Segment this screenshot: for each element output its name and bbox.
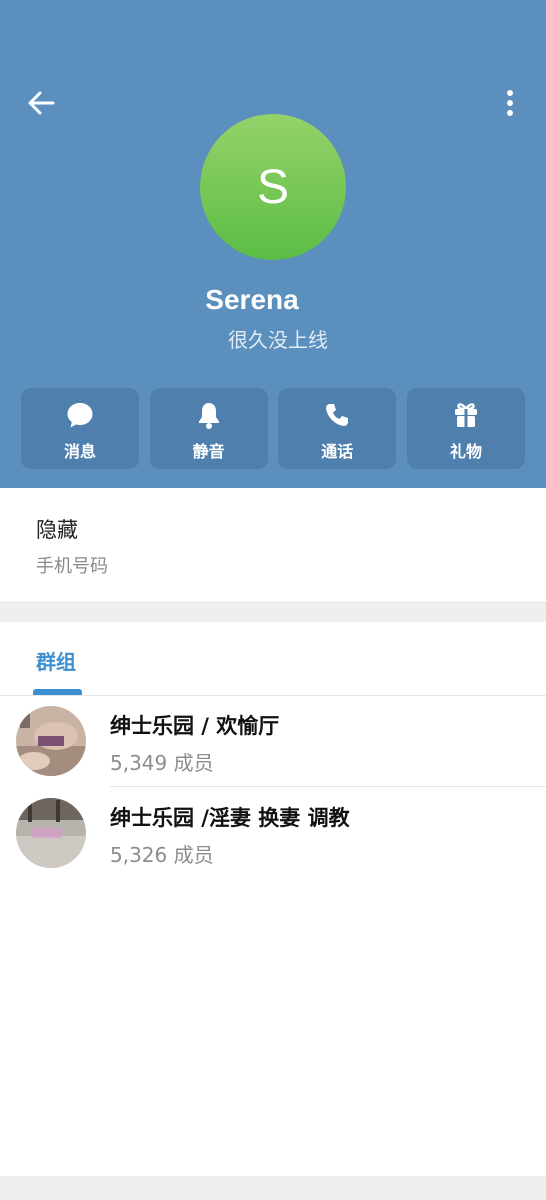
bottom-bar bbox=[0, 1176, 546, 1200]
group-avatar bbox=[16, 798, 86, 868]
mute-label: 静音 bbox=[192, 442, 225, 461]
phone-value: 隐藏 bbox=[36, 518, 78, 542]
more-vertical-icon bbox=[507, 90, 513, 116]
group-title: 绅士乐园 /淫妻 换妻 调教 bbox=[110, 806, 350, 830]
group-avatar bbox=[16, 706, 86, 776]
back-button[interactable] bbox=[20, 84, 62, 122]
profile-name: Serena bbox=[205, 284, 299, 315]
group-members: 5,326 成员 bbox=[110, 843, 214, 867]
tab-bar: 群组 bbox=[0, 622, 546, 696]
group-item[interactable]: 绅士乐园 / 欢愉厅 5,349 成员 bbox=[0, 696, 546, 788]
message-label: 消息 bbox=[63, 442, 96, 461]
section-divider bbox=[0, 602, 546, 623]
group-item[interactable]: 绅士乐园 /淫妻 换妻 调教 5,326 成员 bbox=[0, 788, 546, 880]
profile-header: S Serena 很久没上线 消息 静音 通话 礼物 bbox=[0, 0, 546, 488]
action-buttons: 消息 静音 通话 礼物 bbox=[21, 388, 525, 469]
phone-icon bbox=[326, 404, 349, 426]
gift-label: 礼物 bbox=[449, 442, 482, 461]
bell-icon bbox=[198, 403, 219, 429]
call-label: 通话 bbox=[321, 442, 354, 461]
row-divider bbox=[110, 786, 546, 787]
more-options-button[interactable] bbox=[494, 84, 526, 122]
group-members: 5,349 成员 bbox=[110, 751, 214, 775]
mute-button[interactable]: 静音 bbox=[149, 388, 268, 469]
message-button[interactable]: 消息 bbox=[21, 388, 139, 469]
phone-info[interactable]: 隐藏 手机号码 bbox=[0, 488, 546, 602]
gift-icon bbox=[454, 403, 477, 427]
last-seen-status: 很久没上线 bbox=[228, 328, 328, 352]
avatar-letter: S bbox=[256, 160, 289, 214]
call-button[interactable]: 通话 bbox=[278, 388, 397, 469]
phone-label: 手机号码 bbox=[36, 556, 108, 577]
gift-button[interactable]: 礼物 bbox=[406, 388, 525, 469]
profile-avatar[interactable]: S bbox=[200, 114, 346, 260]
chat-bubble-icon bbox=[67, 403, 93, 428]
arrow-left-icon bbox=[28, 91, 55, 115]
group-title: 绅士乐园 / 欢愉厅 bbox=[110, 714, 280, 738]
tab-groups[interactable]: 群组 bbox=[36, 646, 76, 675]
